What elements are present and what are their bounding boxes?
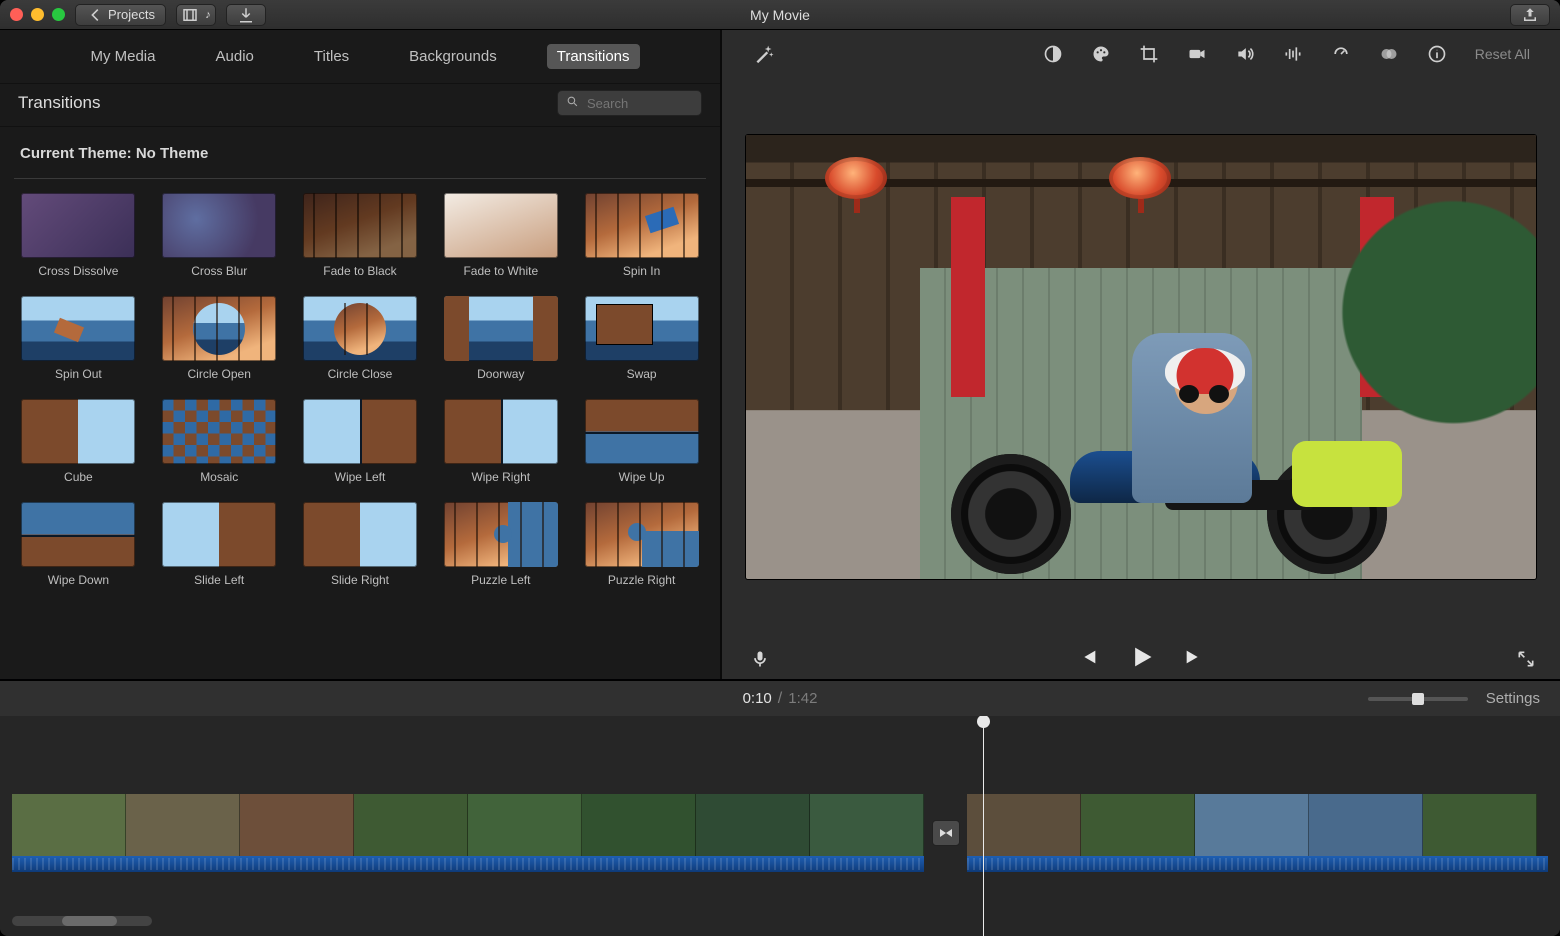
play-button[interactable] [1127,643,1155,676]
transition-spin-in[interactable]: Spin In [583,193,700,278]
back-to-projects-button[interactable]: Projects [75,4,166,26]
current-theme-label: Current Theme: No Theme [0,127,720,172]
transition-cube[interactable]: Cube [20,399,137,484]
tab-transitions[interactable]: Transitions [547,44,640,69]
enhance-button[interactable] [754,44,774,64]
color-correction-button[interactable] [1091,44,1111,64]
equalizer-icon [1283,44,1303,64]
transition-wipe-up[interactable]: Wipe Up [583,399,700,484]
preview-image[interactable] [746,135,1536,579]
crop-icon [1139,44,1159,64]
import-button[interactable] [226,4,266,26]
transition-slide-right[interactable]: Slide Right [302,502,419,587]
next-frame-button[interactable] [1183,646,1205,673]
timecode-current: 0:10 [743,690,772,708]
library-tabs: My Media Audio Titles Backgrounds Transi… [0,30,720,84]
transition-spin-out[interactable]: Spin Out [20,296,137,381]
stabilization-button[interactable] [1187,44,1207,64]
filmstrip-icon [181,6,199,24]
skip-forward-icon [1183,646,1205,668]
titlebar: Projects ♪ My Movie [0,0,1560,30]
chevron-left-icon [86,6,104,24]
microphone-icon [750,648,770,670]
transition-cross-dissolve[interactable]: Cross Dissolve [20,193,137,278]
fullscreen-icon [1516,648,1536,670]
clip-filter-button[interactable] [1379,44,1399,64]
reset-all-button[interactable]: Reset All [1475,46,1530,62]
minimize-window-icon[interactable] [31,8,44,21]
camera-icon [1187,44,1207,64]
transition-puzzle-right[interactable]: Puzzle Right [583,502,700,587]
search-input[interactable] [557,90,702,116]
preview-controls [722,639,1560,679]
zoom-window-icon[interactable] [52,8,65,21]
playhead[interactable] [983,716,984,936]
timeline-clip-1[interactable] [12,794,924,856]
timeline-zoom-slider[interactable] [1368,697,1468,701]
preview-pane: Reset All [722,30,1560,679]
transition-wipe-right[interactable]: Wipe Right [442,399,559,484]
info-icon [1427,44,1447,64]
media-view-button[interactable]: ♪ [176,4,216,26]
timeline-transition-slot[interactable] [924,794,967,872]
close-window-icon[interactable] [10,8,23,21]
window-traffic-lights [10,8,65,21]
transition-fade-to-black[interactable]: Fade to Black [302,193,419,278]
speed-button[interactable] [1331,44,1351,64]
library-pane: My Media Audio Titles Backgrounds Transi… [0,30,722,679]
info-button[interactable] [1427,44,1447,64]
share-icon [1521,6,1539,24]
music-note-icon: ♪ [205,9,211,21]
library-title: Transitions [18,93,101,113]
transition-cross-blur[interactable]: Cross Blur [161,193,278,278]
timeline-settings-button[interactable]: Settings [1486,690,1540,707]
timecode-total: 1:42 [788,690,817,708]
transition-circle-close[interactable]: Circle Close [302,296,419,381]
tab-audio[interactable]: Audio [206,44,264,69]
transition-swap[interactable]: Swap [583,296,700,381]
share-button[interactable] [1510,4,1550,26]
play-icon [1127,643,1155,671]
tab-my-media[interactable]: My Media [80,44,165,69]
skip-back-icon [1077,646,1099,668]
voiceover-button[interactable] [750,649,770,669]
color-balance-button[interactable] [1043,44,1063,64]
prev-frame-button[interactable] [1077,646,1099,673]
preview-viewport [746,74,1536,639]
transitions-grid: Cross Dissolve Cross Blur Fade to Black … [0,193,720,599]
tab-backgrounds[interactable]: Backgrounds [399,44,507,69]
palette-icon [1091,44,1111,64]
app-window: Projects ♪ My Movie My Media Audio Title… [0,0,1560,936]
crop-button[interactable] [1139,44,1159,64]
bowtie-icon [938,825,954,841]
transition-fade-to-white[interactable]: Fade to White [442,193,559,278]
speedometer-icon [1331,44,1351,64]
transition-wipe-down[interactable]: Wipe Down [20,502,137,587]
volume-button[interactable] [1235,44,1255,64]
transition-chip-icon[interactable] [932,820,960,846]
transition-slide-left[interactable]: Slide Left [161,502,278,587]
download-icon [237,6,255,24]
timeline-clip-2[interactable] [967,794,1548,856]
half-circle-icon [1043,44,1063,64]
transition-puzzle-left[interactable]: Puzzle Left [442,502,559,587]
venn-icon [1379,44,1399,64]
timecode-bar: 0:10 / 1:42 Settings [0,680,1560,716]
timeline-scrollbar[interactable] [12,916,152,926]
transition-wipe-left[interactable]: Wipe Left [302,399,419,484]
magic-wand-icon [754,44,774,64]
timeline[interactable] [0,716,1560,936]
tab-titles[interactable]: Titles [304,44,359,69]
fullscreen-button[interactable] [1516,649,1536,669]
transition-circle-open[interactable]: Circle Open [161,296,278,381]
transition-mosaic[interactable]: Mosaic [161,399,278,484]
noise-reduction-button[interactable] [1283,44,1303,64]
search-icon [566,95,579,111]
speaker-icon [1235,44,1255,64]
projects-label: Projects [108,7,155,22]
search-field[interactable] [585,95,675,112]
timecode-sep: / [778,690,782,708]
transition-doorway[interactable]: Doorway [442,296,559,381]
preview-toolbar: Reset All [722,30,1560,74]
